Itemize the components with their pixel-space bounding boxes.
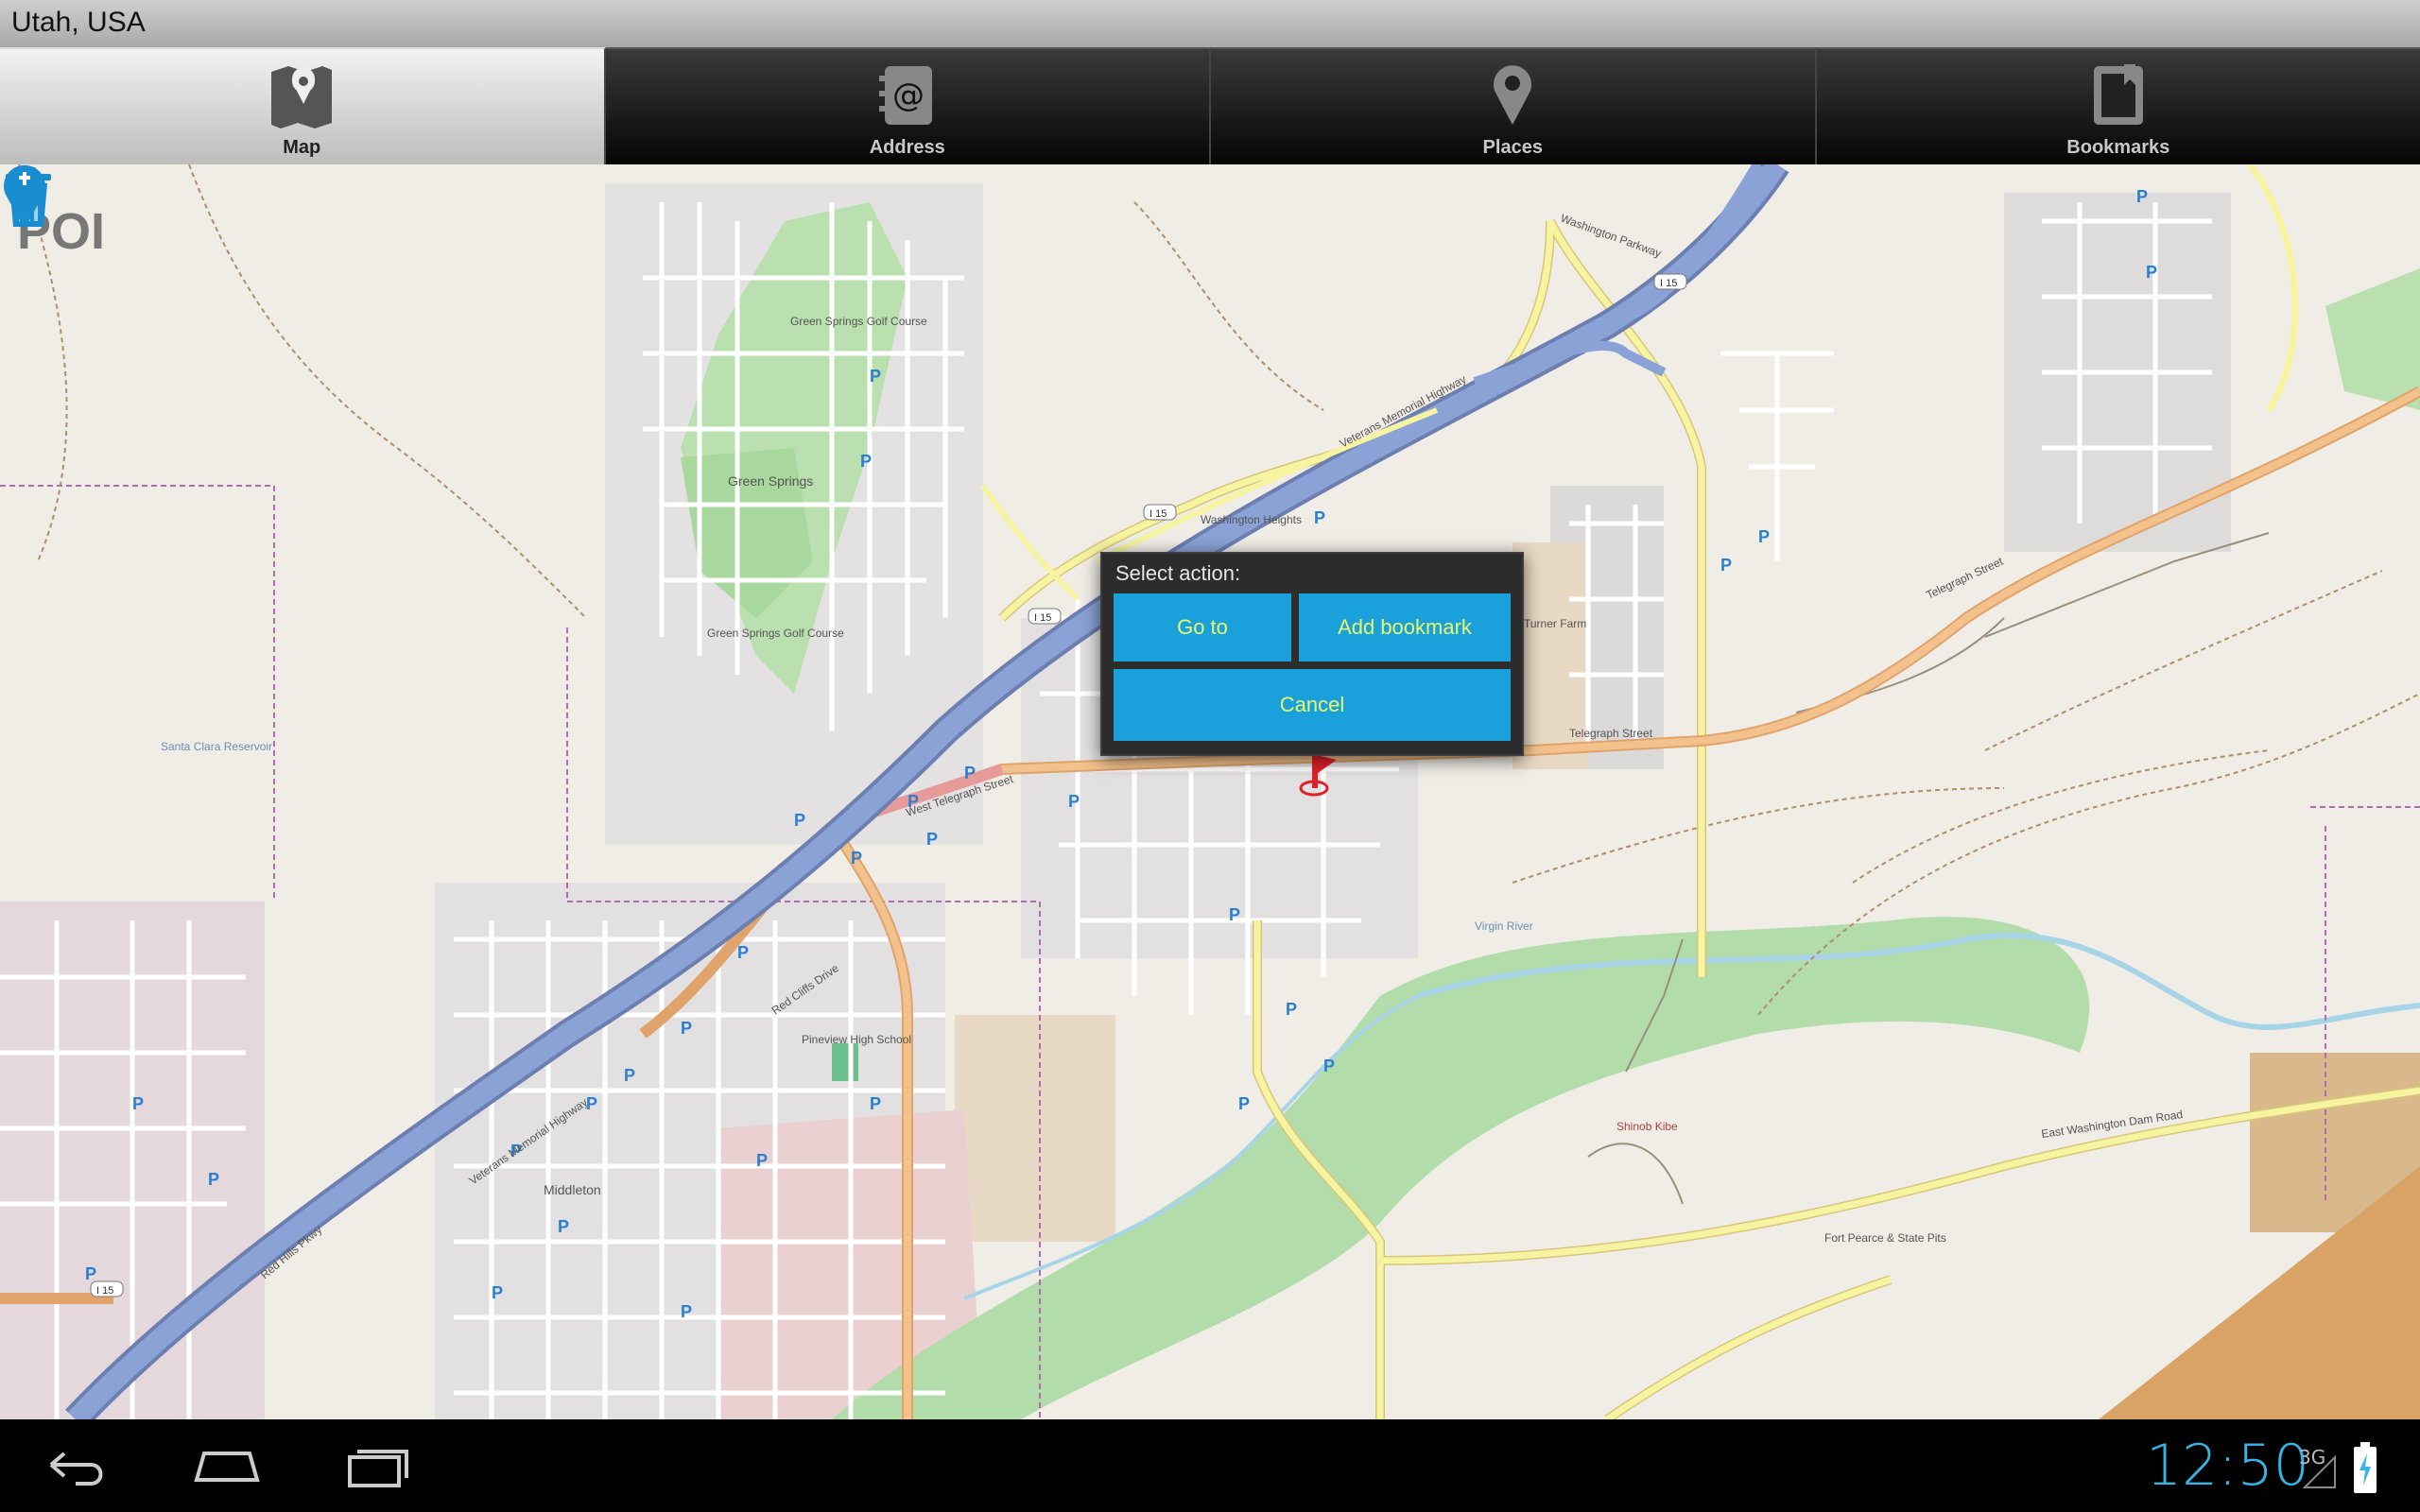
- svg-text:P: P: [870, 367, 881, 386]
- svg-text:P: P: [756, 1151, 768, 1170]
- dialog-title: Select action:: [1115, 561, 1241, 585]
- svg-text:P: P: [926, 830, 938, 849]
- buena-vista-blvd: [1095, 407, 1439, 564]
- label-telegraph-street: Telegraph Street: [1569, 727, 1653, 740]
- select-action-dialog: Select action: Go to Add bookmark Cancel: [1100, 552, 1524, 756]
- recent-apps-icon[interactable]: [340, 1442, 416, 1489]
- map-view[interactable]: PPP PPP PPP PPP PPP PPP PPP PPP PPP PPP …: [0, 164, 2420, 1419]
- label-virgin-river: Virgin River: [1475, 919, 1533, 933]
- secondary-road: [980, 484, 1080, 602]
- back-icon[interactable]: [38, 1442, 113, 1489]
- go-to-button[interactable]: Go to: [1114, 593, 1291, 662]
- svg-text:P: P: [681, 1019, 692, 1038]
- system-navigation-bar: 12:50 3G: [0, 1419, 2420, 1512]
- svg-text:P: P: [851, 849, 862, 868]
- tab-places-label: Places: [1482, 137, 1543, 158]
- window-title: Utah, USA: [11, 7, 146, 38]
- tab-bookmarks-label: Bookmarks: [2066, 137, 2170, 158]
- label-green-springs: Green Springs: [728, 473, 813, 489]
- svg-text:P: P: [681, 1302, 692, 1321]
- svg-text:P: P: [208, 1170, 219, 1189]
- svg-text:P: P: [1068, 792, 1080, 811]
- tab-bookmarks[interactable]: Bookmarks: [1816, 47, 2420, 164]
- svg-text:P: P: [737, 943, 749, 962]
- shield-i15: I 15: [1034, 612, 1051, 624]
- shield-i15: I 15: [96, 1285, 113, 1297]
- tab-bar: Map @ Address Places Bookmarks: [0, 47, 2420, 164]
- svg-text:P: P: [2146, 263, 2157, 282]
- add-bookmark-button[interactable]: Add bookmark: [1299, 593, 1511, 662]
- home-icon[interactable]: [189, 1442, 265, 1489]
- svg-text:P: P: [2136, 187, 2148, 206]
- tab-address-label: Address: [869, 137, 945, 158]
- label-turner-farm: Turner Farm: [1524, 617, 1586, 630]
- tab-places[interactable]: Places: [1211, 47, 1817, 164]
- address-book-icon: @: [878, 66, 932, 125]
- svg-text:P: P: [870, 1094, 881, 1113]
- park-area: [2325, 268, 2420, 410]
- svg-text:P: P: [964, 764, 976, 782]
- location-marker-icon[interactable]: [0, 164, 49, 231]
- svg-text:P: P: [492, 1283, 503, 1302]
- map-icon: [271, 66, 333, 129]
- svg-text:P: P: [1286, 1000, 1297, 1019]
- sports-field: [832, 1043, 858, 1081]
- tab-map[interactable]: Map: [0, 47, 606, 164]
- signal-icon: [2302, 1454, 2336, 1488]
- svg-text:P: P: [794, 811, 805, 830]
- svg-text:P: P: [1314, 508, 1325, 527]
- cancel-button[interactable]: Cancel: [1114, 669, 1511, 741]
- map-canvas[interactable]: PPP PPP PPP PPP PPP PPP PPP PPP PPP PPP …: [0, 164, 2420, 1419]
- svg-text:P: P: [558, 1217, 569, 1236]
- svg-text:P: P: [1229, 905, 1240, 924]
- label-golf-course: Green Springs Golf Course: [790, 315, 927, 328]
- shield-i15: I 15: [1660, 278, 1677, 289]
- shield-i15: I 15: [1150, 508, 1167, 520]
- svg-text:P: P: [1720, 556, 1732, 575]
- clock: 12:50: [2146, 1433, 2309, 1499]
- svg-text:P: P: [860, 452, 872, 471]
- title-bar: Utah, USA: [0, 0, 2420, 48]
- label-reservoir: Santa Clara Reservoir: [161, 740, 272, 753]
- svg-text:P: P: [85, 1264, 96, 1283]
- label-fort-pearce: Fort Pearce & State Pits: [1824, 1231, 1946, 1245]
- svg-text:P: P: [132, 1094, 144, 1113]
- tab-address[interactable]: @ Address: [605, 47, 1211, 164]
- svg-text:@: @: [892, 77, 925, 114]
- label-shinob-kibe: Shinob Kibe: [1616, 1120, 1678, 1133]
- bookmark-icon: [2093, 64, 2143, 125]
- label-golf-course: Green Springs Golf Course: [707, 627, 844, 640]
- label-school: Pineview High School: [802, 1033, 911, 1046]
- svg-text:P: P: [1323, 1057, 1335, 1075]
- svg-text:P: P: [624, 1066, 635, 1085]
- svg-text:P: P: [1758, 527, 1770, 546]
- farm-area: [955, 1015, 1115, 1242]
- label-washington-heights: Washington Heights: [1201, 513, 1302, 526]
- label-middleton: Middleton: [544, 1182, 601, 1197]
- battery-charging-icon: [2354, 1442, 2377, 1493]
- svg-text:P: P: [1238, 1094, 1250, 1113]
- location-pin-icon: [1494, 65, 1532, 125]
- tab-map-label: Map: [283, 137, 321, 158]
